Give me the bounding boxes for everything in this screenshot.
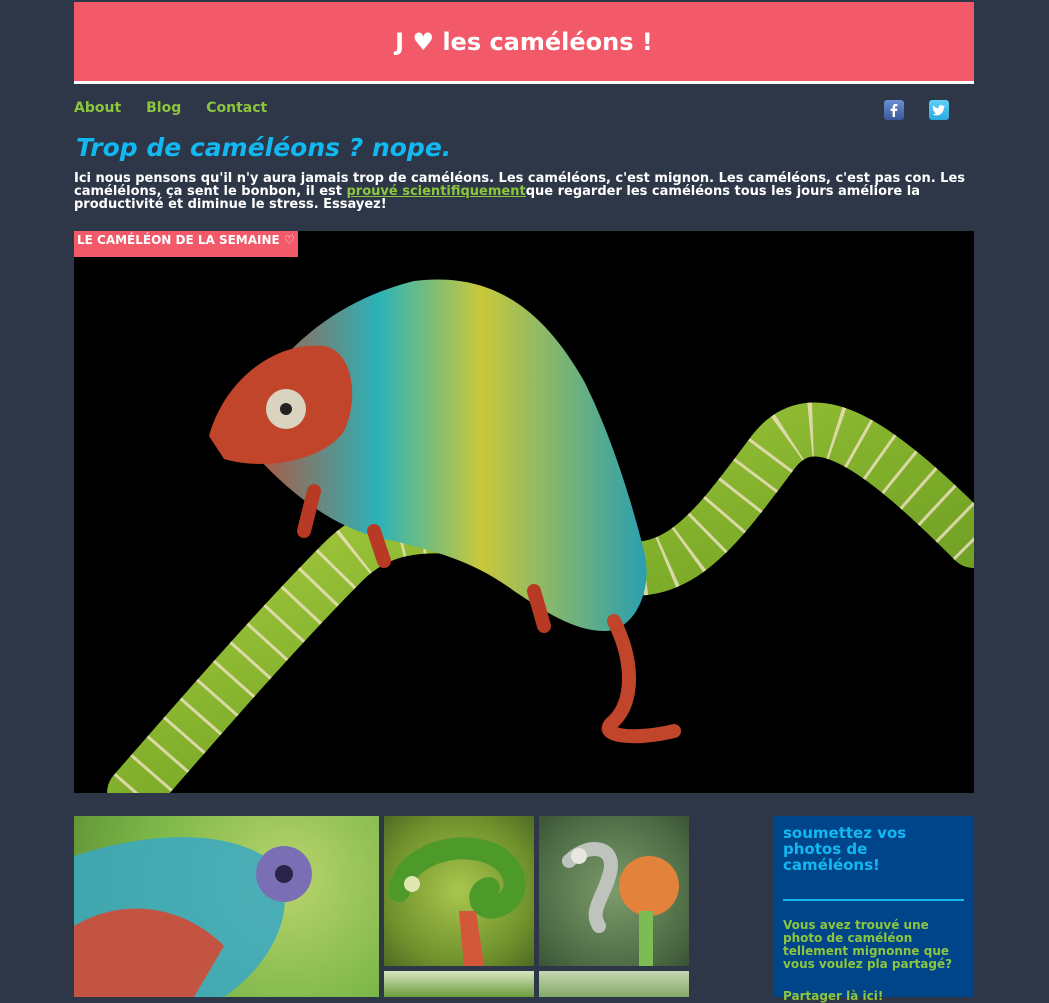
- facebook-icon[interactable]: [884, 100, 904, 120]
- gallery-thumb-2[interactable]: [384, 816, 534, 966]
- share-link[interactable]: Partager là ici!: [783, 989, 964, 1003]
- gallery-thumb-3[interactable]: [539, 816, 689, 966]
- nav-about[interactable]: About: [74, 100, 121, 116]
- submit-photos-panel: soumettez vos photos de caméléons! Vous …: [773, 816, 974, 1003]
- submit-title: soumettez vos photos de caméléons!: [783, 824, 907, 874]
- submit-divider: [783, 899, 964, 901]
- chameleon-illustration: [107, 279, 974, 793]
- gallery-thumb-4[interactable]: [384, 971, 534, 997]
- site-header: J ♥ les caméléons !: [74, 2, 974, 84]
- chameleon-of-the-week-image: LE CAMÉLÉON DE LA SEMAINE ♡: [74, 231, 974, 793]
- submit-text: Vous avez trouvé une photo de caméléon t…: [783, 918, 953, 971]
- nav-contact[interactable]: Contact: [206, 100, 267, 116]
- page-tagline: Trop de caméléons ? nope.: [76, 133, 452, 162]
- main-nav: About Blog Contact: [74, 100, 267, 116]
- twitter-icon[interactable]: [929, 100, 949, 120]
- intro-paragraph: Ici nous pensons qu'il n'y aura jamais t…: [74, 172, 974, 211]
- nav-blog[interactable]: Blog: [146, 100, 181, 116]
- gallery-thumb-1[interactable]: [74, 816, 379, 997]
- hero-badge: LE CAMÉLÉON DE LA SEMAINE ♡: [74, 231, 298, 257]
- site-title: J ♥ les caméléons !: [395, 27, 653, 56]
- gallery-thumb-5[interactable]: [539, 971, 689, 997]
